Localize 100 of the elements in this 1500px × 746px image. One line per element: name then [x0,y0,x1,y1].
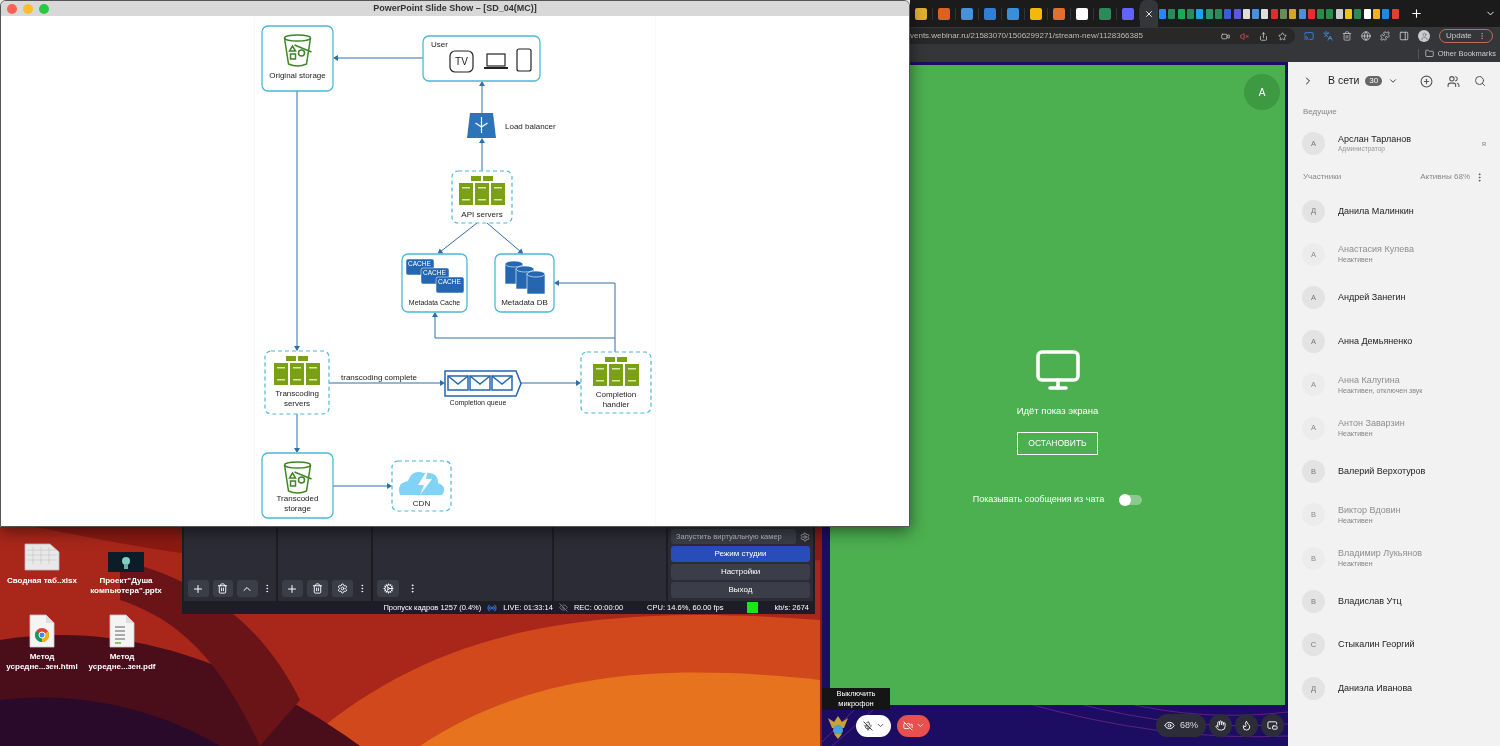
user-avatar[interactable]: А [1244,74,1280,110]
active-share-text: Активны 68% [1420,171,1470,184]
participant-name: Анна Демьяненко [1338,335,1414,347]
node-label: Original storage [269,71,326,80]
tab-favicon-icon[interactable] [1030,7,1042,20]
address-bar[interactable]: vents.webinar.ru/21583070/1506299271/stream-new/1128366385 [910,28,1295,44]
side-panel-icon[interactable] [1399,31,1409,41]
raise-hand-button[interactable] [1209,714,1232,737]
camera-off-icon [902,720,913,731]
globe-icon[interactable] [1361,31,1371,41]
tab-favicon-icon[interactable] [1261,8,1269,19]
control-button[interactable]: Режим студии [671,546,810,562]
eye-icon [1164,720,1175,731]
picture-in-picture-button[interactable] [1261,714,1284,737]
translate-icon[interactable] [1323,31,1333,41]
presentation-thumbnail-icon [108,552,144,572]
tab-favicon-icon[interactable] [1076,7,1088,20]
tablet-icon [516,48,532,72]
reaction-button[interactable] [1235,714,1258,737]
spreadsheet-file-icon [24,542,60,572]
bucket-icon [283,461,313,494]
tv-icon: TV [449,50,474,73]
laptop-icon [484,53,508,69]
trash-icon [311,583,323,594]
chat-toggle[interactable] [1120,495,1143,505]
participant-name: Даниэла Иванова [1338,682,1414,694]
plus-icon [286,582,299,595]
add-icon[interactable] [1420,74,1433,88]
camera-icon[interactable] [1221,31,1230,41]
node-label: API servers [461,210,503,219]
tab-favicon-icon[interactable] [1372,8,1380,19]
screen-share-message: Идёт показ экрана [1016,404,1099,418]
server-icon [459,176,505,205]
server-icon [274,356,320,385]
status-indicator [747,602,759,613]
tab-favicon-icon[interactable] [1242,8,1250,19]
settings-icon[interactable] [800,531,810,542]
server-icon [593,357,639,386]
node-label: Transcoded storage [276,494,319,513]
node-label: CDN [412,499,431,508]
file-label[interactable]: Сводная таб..xlsx [0,576,84,586]
tab-favicon-icon[interactable] [1363,8,1371,19]
arrow [486,222,524,254]
dropdown-caret-icon[interactable] [1388,76,1399,86]
participant-name: Анна Калугина [1338,374,1401,386]
queue-icon [444,370,522,397]
cast-icon[interactable] [1304,31,1314,41]
search-icon[interactable] [1474,75,1486,87]
share-icon[interactable] [1259,31,1268,41]
people-icon[interactable] [1447,74,1460,88]
toggle-label: Показывать сообщения из чата [972,493,1105,507]
new-tab-icon[interactable] [1409,7,1423,20]
trash-icon [217,583,229,594]
bookmark-star-icon[interactable] [1278,31,1287,41]
add-button[interactable] [188,580,209,597]
node-label: Transcoding servers [275,389,319,408]
participant-name: Антон Заварзин [1338,418,1406,430]
settings-icon [336,583,348,594]
muted-microphone-icon [862,720,873,731]
active-tab[interactable] [1140,0,1158,27]
chevron-down-icon [915,721,925,730]
arrow [479,81,485,114]
close-tab-icon[interactable] [1144,8,1154,19]
microphone-button[interactable] [856,714,891,737]
cloud-icon [399,469,445,495]
control-button[interactable]: Настройки [671,564,810,580]
tab-favicon-icon[interactable] [1289,8,1297,19]
extensions-icon[interactable] [1380,31,1390,41]
gear-icon [382,583,394,594]
tab-favicon-icon[interactable] [1177,8,1185,19]
tab-favicon-icon[interactable] [1196,8,1204,19]
settings-button[interactable] [331,580,353,597]
add-button[interactable] [282,580,303,597]
participant-name: Стыкалин Георгий [1338,639,1416,651]
sidebar-title: В сети [1328,73,1360,89]
node-label: User [431,40,448,49]
delete-button[interactable] [306,580,328,597]
viewers-percent: 68% [1180,718,1198,732]
tab-favicon-icon[interactable] [915,7,927,20]
participant-name: Владислав Утц [1338,596,1403,608]
control-button[interactable]: Выход [671,582,810,598]
tab-favicon-icon[interactable] [1335,8,1343,19]
folder-icon [1424,49,1434,58]
web-file-icon [28,614,56,648]
move-up-button[interactable] [237,580,258,597]
node-label: Load balancer [505,122,556,131]
file-label[interactable]: Проект"Душа компьютера".pptx [84,576,168,596]
profile-avatar[interactable] [1418,30,1430,42]
camera-button[interactable] [897,714,930,737]
section-heading: Ведущие [1302,106,1338,118]
plus-icon [192,582,205,595]
participant-name: Андрей Занегин [1338,292,1407,304]
participant-name: Владимир Лукьянов [1338,548,1424,560]
settings-button[interactable] [377,580,399,597]
delete-button[interactable] [212,580,234,597]
edge-label: transcoding complete [341,373,418,382]
arrow [332,483,392,489]
participant-name: Валерий Верхотуров [1338,465,1427,477]
tab-favicon-icon[interactable] [1345,8,1353,19]
arrow [520,380,581,386]
